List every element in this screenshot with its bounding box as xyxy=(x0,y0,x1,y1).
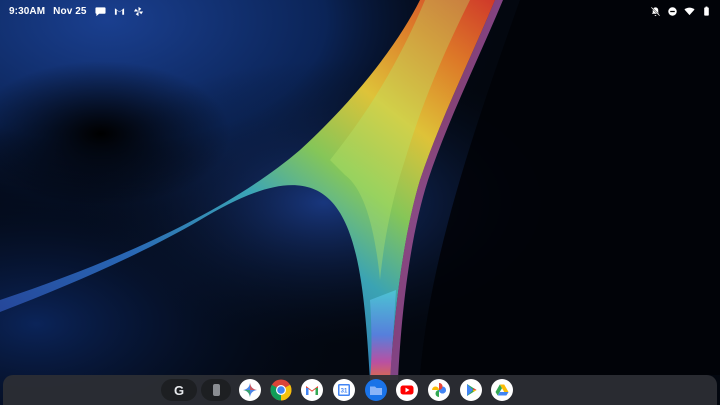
wifi-icon xyxy=(684,6,695,17)
notifications-off-icon xyxy=(650,6,661,17)
gmail-icon xyxy=(114,6,125,17)
calendar-day-label: 31 xyxy=(341,389,348,395)
status-bar: 9:30AM Nov 25 xyxy=(0,0,720,24)
recent-apps-button[interactable] xyxy=(201,379,231,401)
phone-icon xyxy=(212,384,220,396)
date: Nov 25 xyxy=(53,6,87,17)
message-icon xyxy=(95,6,106,17)
drive-app-icon[interactable] xyxy=(491,379,513,401)
gemini-app-icon[interactable] xyxy=(239,379,261,401)
wallpaper xyxy=(0,0,720,405)
youtube-app-icon[interactable] xyxy=(396,379,418,401)
chrome-app-icon[interactable] xyxy=(270,379,292,401)
taskbar: G 31 xyxy=(3,375,717,405)
calendar-app-icon[interactable]: 31 xyxy=(333,379,355,401)
battery-icon xyxy=(701,6,712,17)
launcher-search-button[interactable]: G xyxy=(161,379,197,401)
photos-app-icon[interactable] xyxy=(428,379,450,401)
pinwheel-icon xyxy=(133,6,144,17)
files-app-icon[interactable] xyxy=(365,379,387,401)
clock: 9:30AM xyxy=(9,6,46,17)
google-g-icon: G xyxy=(173,382,185,398)
play-store-app-icon[interactable] xyxy=(460,379,482,401)
do-not-disturb-icon xyxy=(667,6,678,17)
gmail-app-icon[interactable] xyxy=(301,379,323,401)
